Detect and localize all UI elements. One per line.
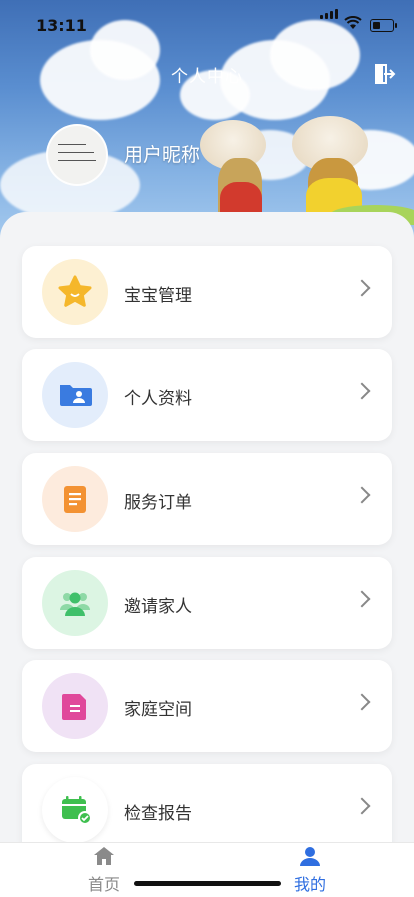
- user-nickname[interactable]: 用户昵称: [124, 140, 200, 167]
- menu-item-label: 个人资料: [124, 389, 192, 409]
- chevron-right-icon: [353, 797, 371, 815]
- home-icon: [94, 847, 114, 865]
- menu-item-baby-management[interactable]: 宝宝管理: [22, 246, 392, 338]
- chevron-right-icon: [353, 279, 371, 297]
- menu-item-icon-bg: [42, 259, 108, 325]
- checkup-report-icon: [62, 796, 92, 825]
- menu-item-invite-family[interactable]: 邀请家人: [22, 557, 392, 649]
- menu-item-label: 服务订单: [124, 493, 192, 513]
- tab-home-label: 首页: [87, 875, 120, 894]
- home-indicator: [134, 881, 281, 886]
- tab-bar: 首页 我的: [0, 842, 414, 897]
- menu-item-icon-bg: [42, 673, 108, 739]
- family-space-icon: [62, 694, 86, 720]
- wifi-icon: [344, 16, 362, 29]
- menu-item-icon-bg: [42, 362, 108, 428]
- avatar[interactable]: [46, 124, 108, 186]
- menu-item-icon-bg: [42, 466, 108, 532]
- chevron-right-icon: [353, 382, 371, 400]
- menu-item-family-space[interactable]: 家庭空间: [22, 660, 392, 752]
- menu-item-icon-bg: [42, 777, 108, 843]
- chevron-right-icon: [353, 486, 371, 504]
- menu-item-service-orders[interactable]: 服务订单: [22, 453, 392, 545]
- page-title: 个人中心: [171, 67, 243, 87]
- tab-mine-label: 我的: [293, 875, 326, 894]
- logout-icon[interactable]: [374, 63, 396, 85]
- star-icon: [58, 275, 92, 307]
- tab-mine[interactable]: 我的: [280, 845, 340, 895]
- chevron-right-icon: [353, 693, 371, 711]
- chevron-right-icon: [353, 590, 371, 608]
- menu-item-label: 家庭空间: [124, 700, 192, 720]
- menu-item-label: 检查报告: [124, 804, 192, 824]
- status-time: 13:11: [36, 16, 87, 35]
- menu-item-label: 邀请家人: [124, 597, 192, 617]
- tab-home[interactable]: 首页: [74, 845, 134, 895]
- menu-item-personal-info[interactable]: 个人资料: [22, 349, 392, 441]
- user-profile-icon: [300, 847, 320, 866]
- status-bar: 13:11: [0, 9, 414, 38]
- menu-item-icon-bg: [42, 570, 108, 636]
- order-document-icon: [64, 486, 86, 513]
- menu-item-label: 宝宝管理: [124, 286, 192, 306]
- invite-family-icon: [60, 592, 90, 616]
- battery-icon: [370, 19, 397, 32]
- profile-folder-icon: [60, 385, 92, 406]
